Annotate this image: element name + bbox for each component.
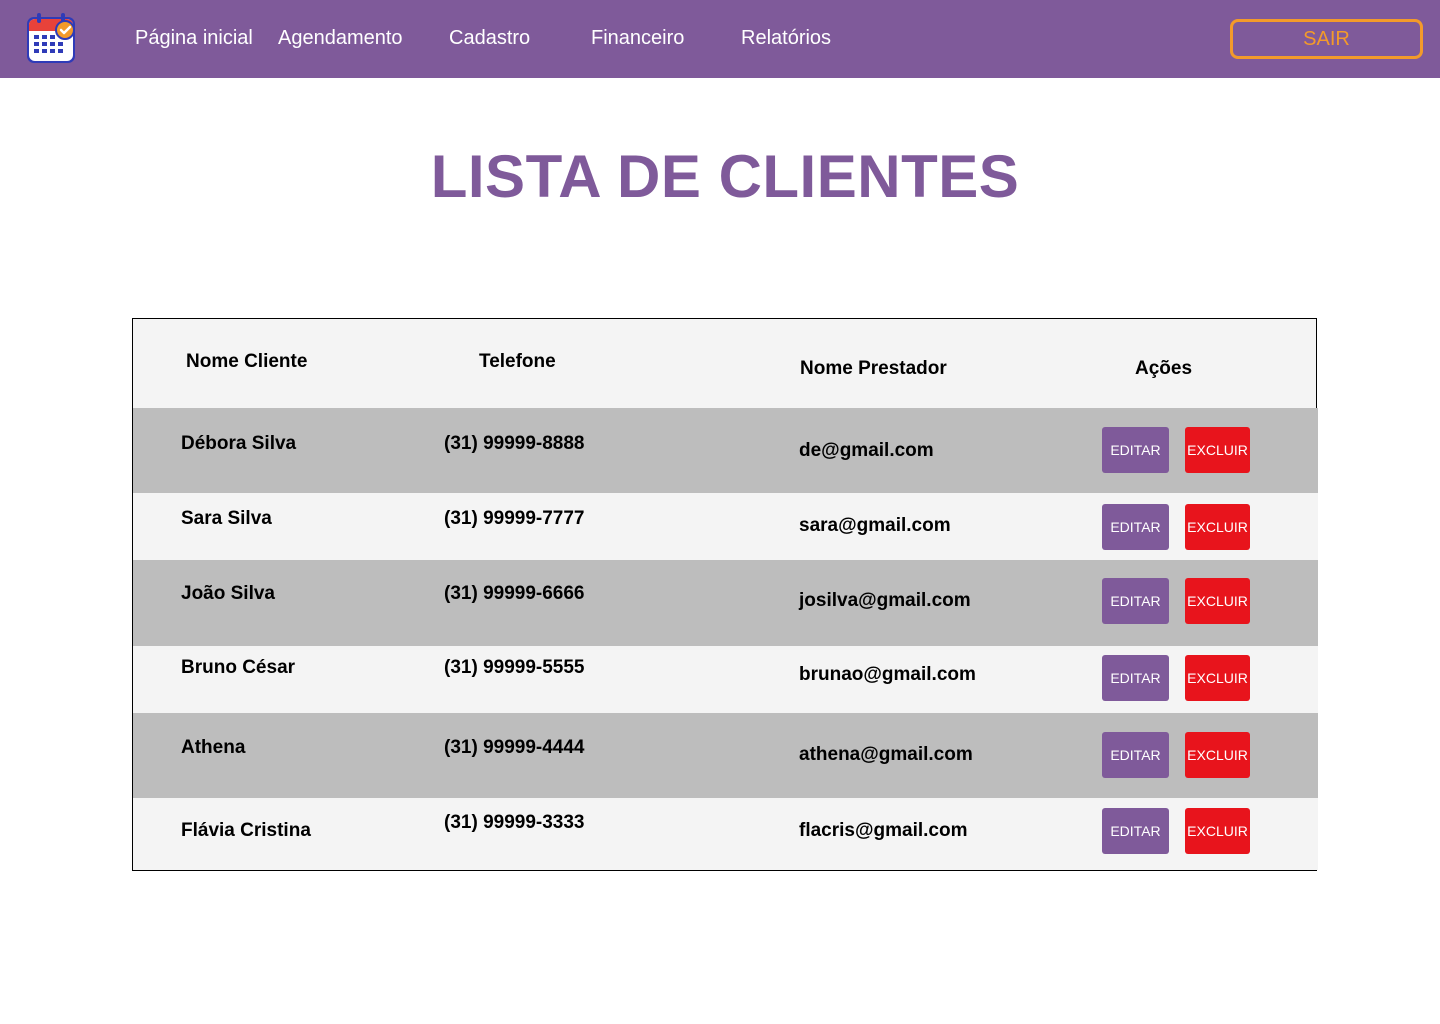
- column-header-client-name: Nome Cliente: [186, 351, 308, 372]
- client-name: Sara Silva: [181, 508, 272, 529]
- nav-link-reports[interactable]: Relatórios: [741, 26, 831, 50]
- nav-link-home[interactable]: Página inicial: [135, 26, 253, 50]
- provider-email: de@gmail.com: [799, 440, 934, 461]
- column-header-provider: Nome Prestador: [800, 358, 947, 379]
- client-phone: (31) 99999-5555: [444, 657, 585, 678]
- delete-button[interactable]: EXCLUIR: [1185, 578, 1250, 624]
- client-name: Bruno César: [181, 657, 296, 678]
- table-row: Sara Silva (31) 99999-7777 sara@gmail.co…: [133, 493, 1318, 560]
- top-navbar: Página inicial Agendamento Cadastro Fina…: [0, 0, 1440, 78]
- client-phone: (31) 99999-3333: [444, 812, 585, 833]
- client-name: João Silva: [181, 583, 275, 604]
- edit-button[interactable]: EDITAR: [1102, 427, 1169, 473]
- client-name: Flávia Cristina: [181, 820, 311, 841]
- nav-link-registration[interactable]: Cadastro: [449, 26, 530, 50]
- edit-button[interactable]: EDITAR: [1102, 732, 1169, 778]
- client-phone: (31) 99999-8888: [444, 433, 585, 454]
- delete-button[interactable]: EXCLUIR: [1185, 504, 1250, 550]
- delete-button[interactable]: EXCLUIR: [1185, 427, 1250, 473]
- clients-table: Nome Cliente Telefone Nome Prestador Açõ…: [132, 318, 1318, 871]
- edit-button[interactable]: EDITAR: [1102, 504, 1169, 550]
- table-row: Athena (31) 99999-4444 athena@gmail.com …: [133, 713, 1318, 798]
- delete-button[interactable]: EXCLUIR: [1185, 808, 1250, 854]
- table-row: Débora Silva (31) 99999-8888 de@gmail.co…: [133, 408, 1318, 493]
- provider-email: sara@gmail.com: [799, 515, 951, 536]
- nav-link-financial[interactable]: Financeiro: [591, 26, 684, 50]
- provider-email: flacris@gmail.com: [799, 820, 968, 841]
- edit-button[interactable]: EDITAR: [1102, 808, 1169, 854]
- table-row: Flávia Cristina (31) 99999-3333 flacris@…: [133, 798, 1318, 870]
- page-title: LISTA DE CLIENTES: [430, 143, 1020, 210]
- column-header-actions: Ações: [1135, 358, 1193, 379]
- client-name: Athena: [181, 737, 246, 758]
- nav-link-scheduling[interactable]: Agendamento: [278, 26, 403, 50]
- table-row: João Silva (31) 99999-6666 josilva@gmail…: [133, 560, 1318, 646]
- delete-button[interactable]: EXCLUIR: [1185, 732, 1250, 778]
- delete-button[interactable]: EXCLUIR: [1185, 655, 1250, 701]
- provider-email: josilva@gmail.com: [799, 590, 971, 611]
- client-name: Débora Silva: [181, 433, 297, 454]
- edit-button[interactable]: EDITAR: [1102, 578, 1169, 624]
- table-row: Bruno César (31) 99999-5555 brunao@gmail…: [133, 646, 1318, 713]
- edit-button[interactable]: EDITAR: [1102, 655, 1169, 701]
- provider-email: brunao@gmail.com: [799, 664, 976, 685]
- table-header: Nome Cliente Telefone Nome Prestador Açõ…: [133, 319, 1316, 408]
- client-phone: (31) 99999-6666: [444, 583, 585, 604]
- logout-button[interactable]: SAIR: [1230, 19, 1423, 59]
- provider-email: athena@gmail.com: [799, 744, 973, 765]
- calendar-check-icon[interactable]: [24, 11, 80, 67]
- client-phone: (31) 99999-4444: [444, 737, 585, 758]
- client-phone: (31) 99999-7777: [444, 508, 585, 529]
- column-header-phone: Telefone: [479, 351, 556, 372]
